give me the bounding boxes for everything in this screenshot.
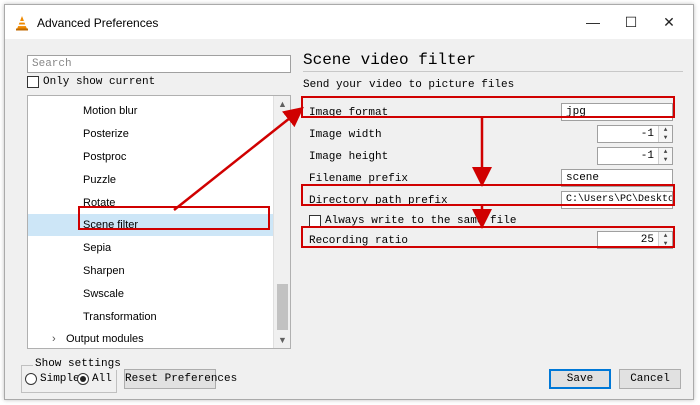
tree-item-posterize[interactable]: Posterize xyxy=(28,123,274,145)
search-input[interactable]: Search xyxy=(27,55,291,73)
vlc-cone-icon xyxy=(16,16,28,31)
simple-radio[interactable] xyxy=(25,373,37,385)
tree-item-swscale[interactable]: Swscale xyxy=(28,283,274,305)
tree-item-puzzle[interactable]: Puzzle xyxy=(28,169,274,191)
spin-arrows-icon[interactable]: ▲ ▼ xyxy=(658,148,672,164)
spin-arrows-icon[interactable]: ▲ ▼ xyxy=(658,126,672,142)
save-button[interactable]: Save xyxy=(549,369,611,389)
highlight-directory-path-prefix xyxy=(301,184,675,206)
chevron-right-icon[interactable]: › xyxy=(52,328,56,348)
image-width-value: -1 xyxy=(640,128,654,140)
image-width-label: Image width xyxy=(309,129,382,141)
highlight-scene-filter xyxy=(78,206,270,230)
scroll-up-arrow-icon[interactable]: ▲ xyxy=(274,96,290,112)
cancel-button[interactable]: Cancel xyxy=(619,369,681,389)
panel-description: Send your video to picture files xyxy=(303,79,515,91)
image-height-spinbox[interactable]: -1 ▲ ▼ xyxy=(597,147,673,165)
scroll-down-arrow-icon[interactable]: ▼ xyxy=(274,332,290,348)
tree-item-label: Output modules xyxy=(66,333,144,345)
only-show-current-label: Only show current xyxy=(43,76,156,88)
image-width-spinbox[interactable]: -1 ▲ ▼ xyxy=(597,125,673,143)
close-button[interactable]: ✕ xyxy=(655,11,683,33)
tree-item-sepia[interactable]: Sepia xyxy=(28,237,274,259)
tree-item-sharpen[interactable]: Sharpen xyxy=(28,260,274,282)
highlight-image-format xyxy=(301,96,675,118)
highlight-recording-ratio xyxy=(301,226,675,248)
scrollbar-thumb[interactable] xyxy=(277,284,288,330)
simple-radio-label: Simple xyxy=(40,373,80,385)
image-height-label: Image height xyxy=(309,151,389,163)
tree-item-output-modules[interactable]: › Output modules xyxy=(28,328,274,348)
show-settings-title: Show settings xyxy=(33,358,123,370)
window-title: Advanced Preferences xyxy=(37,16,159,30)
title-bar[interactable]: Advanced Preferences — ☐ ✕ xyxy=(5,5,693,39)
tree-item-motion-blur[interactable]: Motion blur xyxy=(28,100,274,122)
tree-item-postproc[interactable]: Postproc xyxy=(28,146,274,168)
all-radio[interactable] xyxy=(77,373,89,385)
only-show-current-checkbox[interactable] xyxy=(27,76,39,88)
reset-preferences-button[interactable]: Reset Preferences xyxy=(124,369,237,389)
image-height-value: -1 xyxy=(640,150,654,162)
panel-title: Scene video filter xyxy=(303,51,476,69)
tree-item-transformation[interactable]: Transformation xyxy=(28,306,274,328)
maximize-button[interactable]: ☐ xyxy=(617,11,645,33)
all-radio-label: All xyxy=(92,373,112,385)
minimize-button[interactable]: — xyxy=(579,11,607,33)
panel-divider xyxy=(303,71,683,72)
tree-scrollbar[interactable]: ▲ ▼ xyxy=(273,96,290,348)
